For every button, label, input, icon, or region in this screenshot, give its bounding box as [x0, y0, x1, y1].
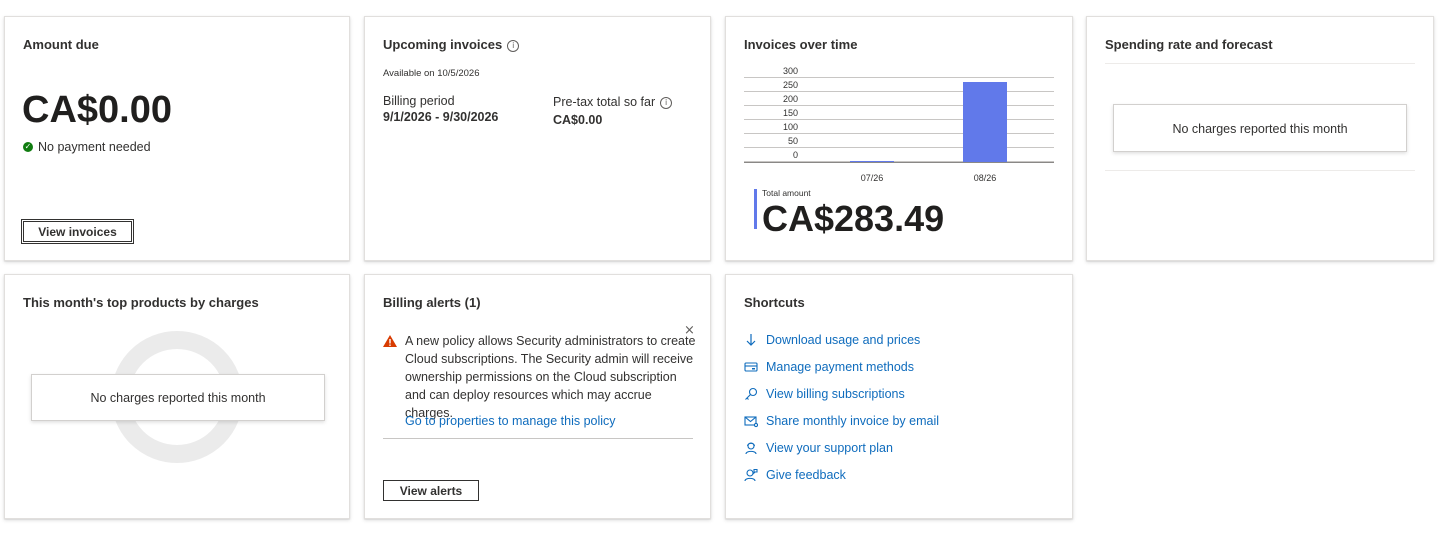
- upcoming-invoices-title: Upcoming invoices: [383, 37, 503, 52]
- manage-policy-link[interactable]: Go to properties to manage this policy: [405, 414, 616, 428]
- pretax-label: Pre-tax total so far: [553, 95, 656, 109]
- divider: [1105, 63, 1415, 64]
- x-axis: 07/26 08/26: [744, 173, 1054, 187]
- info-icon[interactable]: i: [660, 97, 673, 109]
- no-charges-message: No charges reported this month: [1113, 104, 1407, 152]
- top-products-title: This month's top products by charges: [23, 295, 259, 310]
- billing-period-value: 9/1/2026 - 9/30/2026: [383, 110, 499, 124]
- billing-alerts-title: Billing alerts (1): [383, 295, 481, 310]
- no-charges-message: No charges reported this month: [31, 374, 325, 421]
- total-amount-label: Total amount: [762, 188, 811, 198]
- alert-message: A new policy allows Security administrat…: [405, 334, 696, 420]
- shortcut-label[interactable]: Share monthly invoice by email: [766, 414, 939, 428]
- amount-due-value: CA$0.00: [22, 89, 172, 131]
- shortcut-label[interactable]: Give feedback: [766, 468, 846, 482]
- divider: [383, 438, 693, 439]
- upcoming-invoices-title-row: Upcoming invoices i: [383, 37, 520, 52]
- shortcut-label[interactable]: Manage payment methods: [766, 360, 914, 374]
- chart-bars: [744, 70, 1054, 170]
- view-invoices-button[interactable]: View invoices: [21, 219, 134, 244]
- invoices-over-time-card: Invoices over time 300 250 200 150 100 50 0 07…: [725, 16, 1073, 261]
- feedback-person-icon: [744, 468, 758, 482]
- info-icon[interactable]: i: [507, 40, 520, 52]
- shortcuts-card: Shortcuts Download usage and prices Mana…: [725, 274, 1073, 519]
- shortcut-support-plan[interactable]: View your support plan: [744, 439, 893, 457]
- shortcut-label[interactable]: Download usage and prices: [766, 333, 920, 347]
- pretax-value: CA$0.00: [553, 113, 603, 127]
- divider: [1105, 170, 1415, 171]
- spending-forecast-title: Spending rate and forecast: [1105, 37, 1273, 52]
- total-amount-value: CA$283.49: [762, 198, 945, 239]
- billing-alerts-card: Billing alerts (1) × A new policy allows…: [364, 274, 711, 519]
- bar-07-26[interactable]: [850, 161, 894, 162]
- spending-forecast-card: Spending rate and forecast No charges re…: [1086, 16, 1434, 261]
- amount-due-card: Amount due CA$0.00 ✓ No payment needed V…: [4, 16, 350, 261]
- shortcut-payment-methods[interactable]: Manage payment methods: [744, 358, 914, 376]
- shortcut-download-usage[interactable]: Download usage and prices: [744, 331, 920, 349]
- invoices-over-time-title: Invoices over time: [744, 37, 858, 52]
- support-person-icon: [744, 441, 758, 455]
- shortcut-label[interactable]: View your support plan: [766, 441, 893, 455]
- payment-status: ✓ No payment needed: [23, 140, 151, 154]
- key-icon: [744, 387, 758, 401]
- shortcut-billing-subscriptions[interactable]: View billing subscriptions: [744, 385, 905, 403]
- payment-card-icon: [744, 360, 758, 374]
- checkmark-icon: ✓: [23, 142, 33, 152]
- download-icon: [744, 333, 758, 347]
- mail-icon: [744, 414, 759, 428]
- warning-icon: [382, 334, 398, 348]
- pretax-label-row: Pre-tax total so far i: [553, 95, 673, 109]
- available-date: Available on 10/5/2026: [383, 68, 480, 79]
- x-tick-label: 07/26: [860, 173, 884, 183]
- shortcut-share-invoice[interactable]: Share monthly invoice by email: [744, 412, 939, 430]
- upcoming-invoices-card: Upcoming invoices i Available on 10/5/202…: [364, 16, 711, 261]
- x-tick-label: 08/26: [973, 173, 997, 183]
- invoices-chart: 300 250 200 150 100 50 0 07/26 08/26: [744, 66, 1054, 200]
- top-products-card: This month's top products by charges No …: [4, 274, 350, 519]
- shortcut-give-feedback[interactable]: Give feedback: [744, 466, 846, 484]
- amount-due-title: Amount due: [23, 37, 99, 52]
- payment-status-text: No payment needed: [38, 140, 151, 154]
- view-alerts-button[interactable]: View alerts: [383, 480, 479, 501]
- bar-08-26[interactable]: [963, 81, 1007, 162]
- shortcut-label[interactable]: View billing subscriptions: [766, 387, 905, 401]
- total-accent-bar: [754, 189, 757, 229]
- shortcuts-title: Shortcuts: [744, 295, 805, 310]
- billing-period-label: Billing period: [383, 94, 455, 108]
